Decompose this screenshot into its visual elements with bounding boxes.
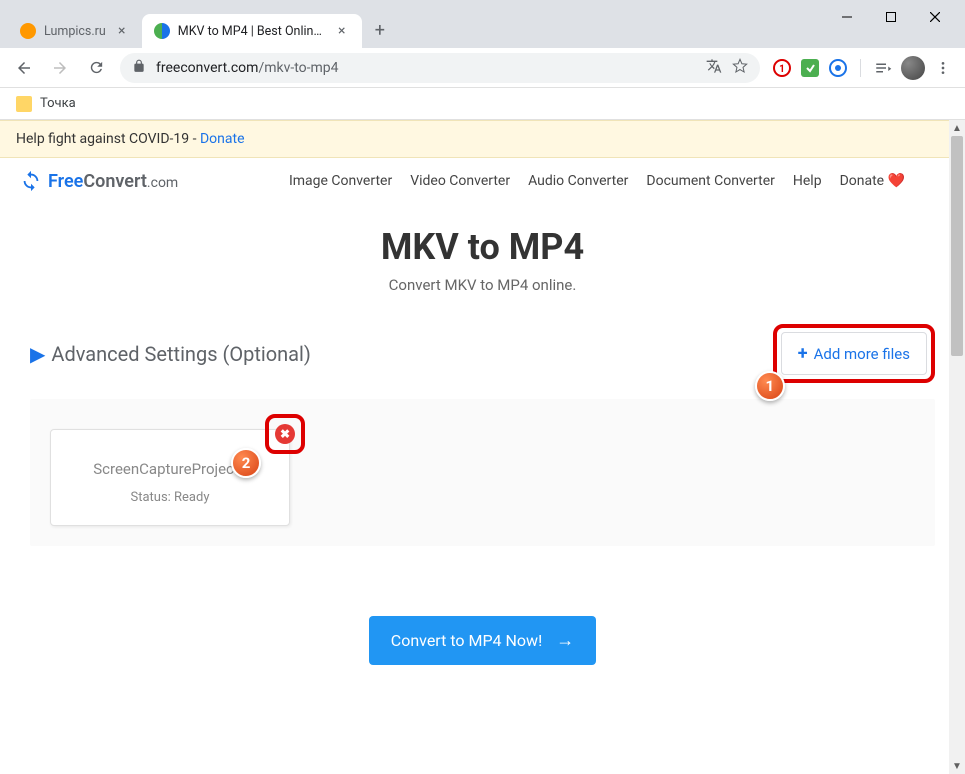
- lock-icon: [132, 58, 146, 77]
- tab-lumpics[interactable]: Lumpics.ru ×: [8, 14, 142, 48]
- annotation-badge-2: 2: [231, 448, 261, 478]
- page-subtitle: Convert MKV to MP4 online.: [30, 276, 935, 294]
- page-content: Help fight against COVID-19 - Donate Fre…: [0, 120, 965, 774]
- page-title: MKV to MP4: [30, 226, 935, 268]
- tabs-container: Lumpics.ru × MKV to MP4 | Best Online MK…: [8, 0, 825, 48]
- reload-button[interactable]: [80, 52, 112, 84]
- nav-image-converter[interactable]: Image Converter: [289, 173, 392, 189]
- translate-icon[interactable]: [706, 58, 722, 78]
- file-panel: ✖ 2 ScreenCaptureProject.. Status: Ready: [30, 399, 935, 546]
- extension-icon-3[interactable]: [828, 58, 848, 78]
- logo-convert: Convert: [83, 171, 147, 192]
- url-domain: freeconvert.com: [156, 60, 258, 76]
- url-path: /mkv-to-mp4: [258, 60, 338, 76]
- file-status: Status: Ready: [67, 490, 273, 505]
- convert-row: Convert to MP4 Now! →: [30, 616, 935, 665]
- logo-icon: [20, 170, 42, 192]
- new-tab-button[interactable]: +: [366, 16, 394, 44]
- tab-title: MKV to MP4 | Best Online MKV t: [178, 24, 326, 39]
- nav-donate[interactable]: Donate ❤️: [840, 173, 905, 189]
- url-text: freeconvert.com/mkv-to-mp4: [156, 60, 696, 76]
- forward-button[interactable]: [44, 52, 76, 84]
- extension-icon-1[interactable]: 1: [772, 58, 792, 78]
- main-content: MKV to MP4 Convert MKV to MP4 online. ▶ …: [0, 204, 965, 675]
- plus-icon: +: [798, 343, 808, 364]
- annotation-highlight-2: ✖: [265, 414, 305, 454]
- remove-file-button[interactable]: ✖: [275, 424, 295, 444]
- logo-com: .com: [147, 175, 178, 191]
- banner-text: Help fight against COVID-19 -: [16, 131, 200, 147]
- back-button[interactable]: [8, 52, 40, 84]
- minimize-button[interactable]: [825, 2, 869, 32]
- convert-label: Convert to MP4 Now!: [391, 631, 542, 650]
- tab-title: Lumpics.ru: [44, 24, 106, 39]
- scroll-up-icon[interactable]: ▲: [949, 120, 965, 136]
- extension-icons: 1: [768, 56, 957, 80]
- maximize-button[interactable]: [869, 2, 913, 32]
- scroll-down-icon[interactable]: ▼: [949, 758, 965, 774]
- scrollbar-thumb[interactable]: [951, 136, 963, 356]
- add-more-files-button[interactable]: + Add more files: [781, 332, 927, 375]
- nav-video-converter[interactable]: Video Converter: [410, 173, 510, 189]
- browser-tab-strip: Lumpics.ru × MKV to MP4 | Best Online MK…: [0, 0, 965, 48]
- add-more-label: Add more files: [814, 345, 910, 363]
- favicon-freeconvert: [154, 23, 170, 39]
- close-icon[interactable]: ×: [334, 23, 350, 39]
- menu-icon[interactable]: [933, 58, 953, 78]
- avatar[interactable]: [901, 56, 925, 80]
- divider: [860, 59, 861, 77]
- close-window-button[interactable]: [913, 2, 957, 32]
- svg-text:1: 1: [779, 64, 785, 75]
- url-bar[interactable]: freeconvert.com/mkv-to-mp4: [120, 53, 760, 83]
- convert-button[interactable]: Convert to MP4 Now! →: [369, 616, 596, 665]
- folder-icon: [16, 96, 32, 112]
- triangle-right-icon: ▶: [30, 342, 45, 366]
- file-card: ✖ 2 ScreenCaptureProject.. Status: Ready: [50, 429, 290, 526]
- nav-document-converter[interactable]: Document Converter: [646, 173, 774, 189]
- logo-free: Free: [48, 171, 83, 192]
- bookmarks-bar: Точка: [0, 88, 965, 120]
- site-header: FreeConvert.com Image Converter Video Co…: [0, 158, 965, 204]
- star-icon[interactable]: [732, 58, 748, 78]
- address-bar: freeconvert.com/mkv-to-mp4 1: [0, 48, 965, 88]
- advanced-settings-label: Advanced Settings (Optional): [51, 342, 311, 366]
- nav-menu: Image Converter Video Converter Audio Co…: [289, 173, 905, 189]
- bookmark-label[interactable]: Точка: [40, 96, 76, 111]
- extension-icon-2[interactable]: [800, 58, 820, 78]
- advanced-settings-toggle[interactable]: ▶ Advanced Settings (Optional): [30, 342, 311, 366]
- scrollbar[interactable]: ▲ ▼: [949, 120, 965, 774]
- logo[interactable]: FreeConvert.com: [20, 170, 178, 192]
- donate-link[interactable]: Donate: [200, 131, 245, 147]
- reading-list-icon[interactable]: [873, 58, 893, 78]
- nav-help[interactable]: Help: [793, 173, 822, 189]
- annotation-highlight-1: + Add more files: [773, 324, 935, 383]
- covid-banner: Help fight against COVID-19 - Donate: [0, 120, 965, 158]
- close-icon[interactable]: ×: [114, 23, 130, 39]
- favicon-lumpics: [20, 23, 36, 39]
- nav-audio-converter[interactable]: Audio Converter: [528, 173, 628, 189]
- settings-row: ▶ Advanced Settings (Optional) + Add mor…: [30, 324, 935, 383]
- tab-freeconvert[interactable]: MKV to MP4 | Best Online MKV t ×: [142, 14, 362, 48]
- annotation-badge-1: 1: [755, 371, 785, 401]
- add-more-wrap: + Add more files 1: [773, 324, 935, 383]
- arrow-right-icon: →: [556, 630, 574, 651]
- window-controls: [825, 0, 957, 32]
